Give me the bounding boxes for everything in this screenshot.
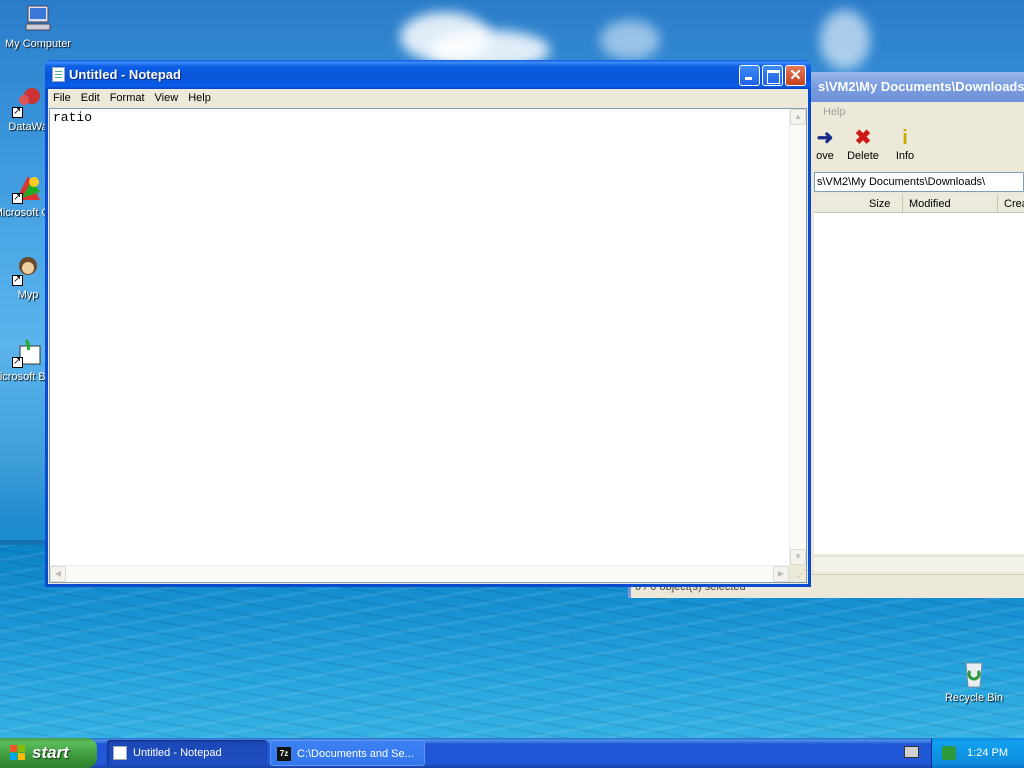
notepad-text-area[interactable]: ratio ▲ ▼ ◀ ▶ ⋰ (49, 108, 807, 583)
7zip-app-icon: 7z (277, 747, 291, 761)
clock[interactable]: 1:24 PM (967, 738, 1008, 768)
7zip-hscrollbar[interactable] (814, 556, 1024, 572)
menu-view[interactable]: View (150, 90, 184, 107)
info-button[interactable]: i Info (881, 126, 929, 162)
column-size[interactable]: Size (869, 195, 890, 213)
minimize-icon (740, 66, 759, 85)
keyboard-icon[interactable] (904, 746, 919, 758)
menu-file[interactable]: File (48, 90, 76, 107)
shortcut-arrow-icon (12, 355, 23, 368)
horizontal-scrollbar[interactable]: ◀ ▶ (50, 565, 789, 582)
minimize-button[interactable] (739, 65, 760, 86)
shortcut-arrow-icon (12, 273, 23, 286)
delete-button[interactable]: ✖ Delete (839, 126, 887, 162)
menu-format[interactable]: Format (105, 90, 150, 107)
msvc-icon (12, 172, 44, 204)
start-button[interactable]: start (0, 738, 97, 768)
notepad-app-icon[interactable] (52, 67, 65, 82)
desktop-icon-recycle-bin[interactable]: Recycle Bin (936, 657, 1012, 705)
windows-flag-icon (10, 745, 27, 761)
taskbar-notepad[interactable]: Untitled - Notepad (107, 740, 267, 766)
recycle-bin-icon (958, 657, 990, 689)
close-icon: ✕ (789, 67, 802, 84)
maximize-button[interactable] (762, 65, 783, 86)
my-computer-icon (22, 3, 54, 35)
msbasic-icon (12, 336, 44, 368)
shortcut-arrow-icon (12, 191, 23, 204)
7zip-file-list[interactable] (814, 213, 1024, 554)
shortcut-arrow-icon (12, 105, 23, 118)
scroll-down-button[interactable]: ▼ (790, 549, 806, 565)
taskbar-7zip[interactable]: 7z C:\Documents and Se... (270, 740, 425, 766)
7zip-column-headers: Size Modified Crea (814, 195, 1024, 213)
scroll-right-button[interactable]: ▶ (773, 566, 789, 582)
desktop-icon-my-computer[interactable]: My Computer (0, 3, 76, 51)
notepad-title: Untitled - Notepad (69, 67, 181, 82)
close-button[interactable]: ✕ (785, 65, 806, 86)
datawarrior-icon (12, 86, 44, 118)
7zip-address-bar[interactable]: s\VM2\My Documents\Downloads\ (814, 172, 1024, 192)
info-icon: i (902, 127, 908, 149)
notepad-app-icon (113, 746, 127, 760)
myp-icon (12, 254, 44, 286)
notepad-menubar: File Edit Format View Help (48, 89, 808, 108)
column-created[interactable]: Crea (997, 195, 1024, 213)
maximize-icon (763, 66, 782, 85)
scroll-left-button[interactable]: ◀ (50, 566, 66, 582)
system-tray: 1:24 PM (931, 738, 1024, 768)
resize-grip-icon[interactable]: ⋰ (789, 565, 806, 582)
taskbar: start Untitled - Notepad 7z C:\Documents… (0, 738, 1024, 768)
menu-help[interactable]: Help (183, 90, 216, 107)
notepad-titlebar[interactable]: Untitled - Notepad ✕ (45, 60, 811, 89)
vertical-scrollbar[interactable]: ▲ ▼ (789, 109, 806, 565)
scroll-up-button[interactable]: ▲ (790, 109, 806, 125)
network-icon[interactable] (942, 746, 956, 760)
notepad-content[interactable]: ratio (53, 110, 92, 125)
delete-x-icon: ✖ (854, 127, 872, 149)
notepad-window[interactable]: Untitled - Notepad ✕ File Edit Format View H… (45, 60, 811, 587)
column-modified[interactable]: Modified (902, 195, 951, 213)
menu-edit[interactable]: Edit (76, 90, 105, 107)
notepad-body: File Edit Format View Help ratio ▲ ▼ ◀ ▶ ⋰ (48, 89, 808, 584)
